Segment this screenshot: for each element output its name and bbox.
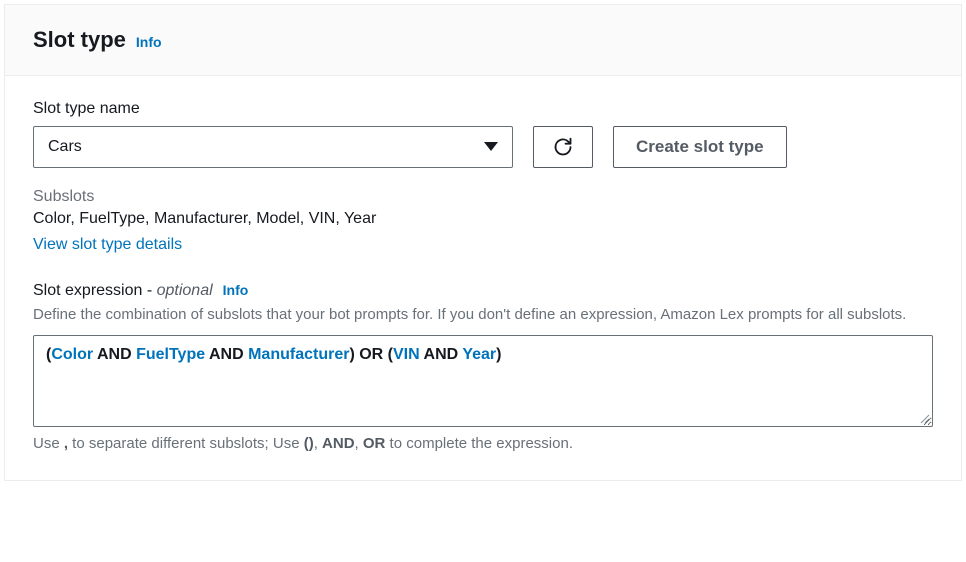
create-slot-type-button[interactable]: Create slot type (613, 126, 787, 168)
expression-slot-token: Color (51, 346, 93, 363)
slot-expression-hint: Use , to separate different subslots; Us… (33, 435, 933, 452)
subslots-label: Subslots (33, 188, 933, 206)
slot-expression-description: Define the combination of subslots that … (33, 304, 933, 325)
view-slot-type-details-link[interactable]: View slot type details (33, 236, 182, 254)
slot-type-select[interactable]: Cars (33, 126, 513, 168)
slot-type-selected-value: Cars (48, 138, 82, 156)
hint-or: OR (363, 435, 386, 452)
hint-sep1: , (314, 435, 322, 452)
hint-parens: () (304, 435, 314, 452)
panel-title: Slot type (33, 27, 126, 53)
expression-operator-token: AND (93, 346, 136, 363)
refresh-icon (553, 137, 573, 157)
expression-operator-token: ) (496, 346, 501, 363)
slot-expression-input[interactable]: (Color AND FuelType AND Manufacturer) OR… (33, 335, 933, 427)
refresh-button[interactable] (533, 126, 593, 168)
info-link-header[interactable]: Info (136, 34, 162, 50)
hint-p2: to separate different subslots; Use (68, 435, 304, 452)
expression-slot-token: FuelType (136, 346, 205, 363)
info-link-expression[interactable]: Info (223, 282, 249, 298)
slot-type-panel: Slot type Info Slot type name Cars Creat… (4, 4, 962, 481)
slot-expression-title-text: Slot expression (33, 282, 142, 299)
slot-expression-optional: optional (157, 282, 213, 299)
create-slot-type-label: Create slot type (636, 137, 764, 157)
panel-header: Slot type Info (5, 5, 961, 76)
expression-operator-token: AND (205, 346, 248, 363)
resize-handle-icon (920, 414, 930, 424)
expression-slot-token: Year (462, 346, 496, 363)
slot-expression-section: Slot expression - optional Info Define t… (33, 282, 933, 452)
hint-p3: to complete the expression. (385, 435, 573, 452)
hint-and: AND (322, 435, 355, 452)
panel-body: Slot type name Cars Create slot type Sub… (5, 76, 961, 480)
slot-expression-title: Slot expression - optional (33, 282, 213, 300)
slot-type-name-label: Slot type name (33, 100, 933, 118)
hint-p1: Use (33, 435, 64, 452)
slot-type-row: Cars Create slot type (33, 126, 933, 168)
expression-operator-token: AND (420, 346, 463, 363)
expression-slot-token: VIN (393, 346, 420, 363)
chevron-down-icon (484, 142, 498, 151)
subslots-value: Color, FuelType, Manufacturer, Model, VI… (33, 210, 933, 228)
slot-expression-dash: - (142, 282, 156, 299)
expression-slot-token: Manufacturer (248, 346, 349, 363)
slot-expression-header: Slot expression - optional Info (33, 282, 933, 300)
expression-operator-token: ) OR ( (349, 346, 393, 363)
hint-sep2: , (355, 435, 363, 452)
